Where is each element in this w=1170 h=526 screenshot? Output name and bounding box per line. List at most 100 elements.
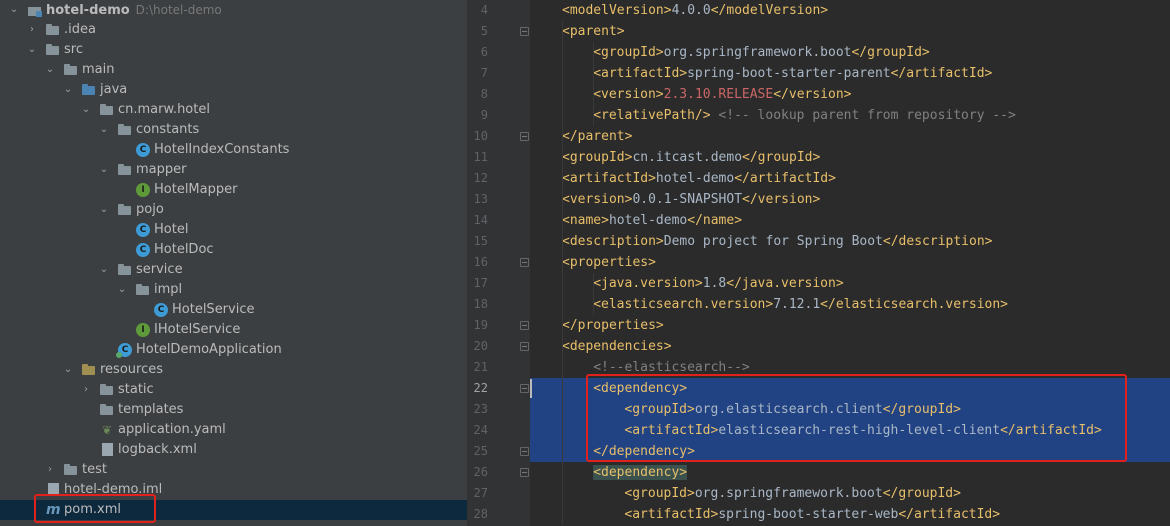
- code-line[interactable]: <properties>: [530, 252, 1170, 273]
- fold-toggle-icon[interactable]: [520, 384, 529, 393]
- line-number: 6: [480, 45, 488, 59]
- line-number: 7: [480, 66, 488, 80]
- indent-guide: [562, 21, 563, 525]
- tree-row-mapper[interactable]: ⌄ mapper: [0, 160, 467, 180]
- tree-row-java[interactable]: ⌄ java: [0, 80, 467, 100]
- code-token: <modelVersion>: [562, 3, 672, 18]
- code-line[interactable]: </properties>: [530, 315, 1170, 336]
- tree-row-idea[interactable]: › .idea: [0, 20, 467, 40]
- code-token: hotel-demo: [608, 213, 688, 228]
- tree-row-hotel[interactable]: C Hotel: [0, 220, 467, 240]
- tree-item-label: src: [64, 42, 83, 57]
- chevron-right-icon[interactable]: ›: [44, 460, 56, 480]
- tree-item-label: static: [118, 382, 154, 397]
- fold-toggle-icon[interactable]: [520, 132, 529, 141]
- code-line[interactable]: <dependency>: [530, 462, 1170, 483]
- code-line[interactable]: </parent>: [530, 126, 1170, 147]
- chevron-down-icon[interactable]: ⌄: [44, 60, 56, 80]
- tree-row-constants[interactable]: ⌄ constants: [0, 120, 467, 140]
- tree-row-logback-xml[interactable]: logback.xml: [0, 440, 467, 460]
- fold-toggle-icon[interactable]: [520, 342, 529, 351]
- code-token: <properties>: [562, 255, 656, 270]
- code-token: 0.0.1-SNAPSHOT: [632, 192, 743, 207]
- code-line[interactable]: <dependencies>: [530, 336, 1170, 357]
- fold-toggle-icon[interactable]: [520, 258, 529, 267]
- tree-row-src[interactable]: ⌄ src: [0, 40, 467, 60]
- chevron-down-icon[interactable]: ⌄: [98, 260, 110, 280]
- code-line[interactable]: <description>Demo project for Spring Boo…: [530, 231, 1170, 252]
- chevron-down-icon[interactable]: ⌄: [26, 40, 38, 60]
- code-line[interactable]: <artifactId>spring-boot-starter-web</art…: [530, 504, 1170, 525]
- tree-row-hotel-demo-application[interactable]: C HotelDemoApplication: [0, 340, 467, 360]
- tree-row-hotel-doc[interactable]: C HotelDoc: [0, 240, 467, 260]
- tree-row-test[interactable]: › test: [0, 460, 467, 480]
- code-token: cn.itcast.demo: [632, 150, 743, 165]
- code-token: <groupId>: [593, 45, 664, 60]
- tree-row-impl[interactable]: ⌄ impl: [0, 280, 467, 300]
- tree-row-ihotel-service[interactable]: I IHotelService: [0, 320, 467, 340]
- tree-row-hotel-service[interactable]: C HotelService: [0, 300, 467, 320]
- code-token: org.springframework.boot: [663, 45, 852, 60]
- tree-row-static[interactable]: › static: [0, 380, 467, 400]
- code-line[interactable]: <relativePath/> <!-- lookup parent from …: [530, 105, 1170, 126]
- line-number: 9: [480, 108, 488, 122]
- fold-toggle-icon[interactable]: [520, 468, 529, 477]
- chevron-down-icon[interactable]: ⌄: [80, 100, 92, 120]
- chevron-down-icon[interactable]: ⌄: [62, 80, 74, 100]
- tree-row-project-root[interactable]: ⌄ hotel-demo D:\hotel-demo: [0, 0, 467, 20]
- tree-row-main[interactable]: ⌄ main: [0, 60, 467, 80]
- tree-row-pojo[interactable]: ⌄ pojo: [0, 200, 467, 220]
- code-line[interactable]: <version>0.0.1-SNAPSHOT</version>: [530, 189, 1170, 210]
- project-tree-panel: ⌄ hotel-demo D:\hotel-demo › .idea ⌄ src …: [0, 0, 467, 526]
- line-number: 17: [473, 276, 488, 290]
- tree-item-label: cn.marw.hotel: [118, 102, 210, 117]
- chevron-down-icon[interactable]: ⌄: [98, 160, 110, 180]
- code-line[interactable]: <java.version>1.8</java.version>: [530, 273, 1170, 294]
- xml-file-icon: [102, 443, 113, 456]
- tree-row-hotel-mapper[interactable]: I HotelMapper: [0, 180, 467, 200]
- chevron-down-icon[interactable]: ⌄: [8, 0, 20, 20]
- tree-row-hotel-index-constants[interactable]: C HotelIndexConstants: [0, 140, 467, 160]
- tree-row-package[interactable]: ⌄ cn.marw.hotel: [0, 100, 467, 120]
- code-token: <!--elasticsearch-->: [593, 360, 750, 375]
- code-line[interactable]: <artifactId>spring-boot-starter-parent</…: [530, 63, 1170, 84]
- code-line[interactable]: <artifactId>hotel-demo</artifactId>: [530, 168, 1170, 189]
- interface-icon: I: [136, 183, 150, 197]
- code-line[interactable]: <groupId>org.springframework.boot</group…: [530, 42, 1170, 63]
- tree-row-application-yaml[interactable]: ❦ application.yaml: [0, 420, 467, 440]
- code-line[interactable]: <groupId>org.springframework.boot</group…: [530, 483, 1170, 504]
- code-line[interactable]: <groupId>cn.itcast.demo</groupId>: [530, 147, 1170, 168]
- chevron-down-icon[interactable]: ⌄: [116, 280, 128, 300]
- code-token: <version>: [593, 87, 664, 102]
- code-line[interactable]: <name>hotel-demo</name>: [530, 210, 1170, 231]
- code-token: </artifactId>: [890, 66, 993, 81]
- chevron-right-icon[interactable]: ›: [80, 380, 92, 400]
- line-number: 11: [473, 150, 488, 164]
- line-number: 20: [473, 339, 488, 353]
- chevron-down-icon[interactable]: ⌄: [62, 360, 74, 380]
- line-number: 4: [480, 3, 488, 17]
- line-number: 28: [473, 507, 488, 521]
- code-editor[interactable]: 4 5 6 7 8 9 10 11 12 13 14 15 16 17 18 19 20 21 22 23 24 25 26…: [468, 0, 1170, 526]
- chevron-right-icon[interactable]: ›: [26, 20, 38, 40]
- annotation-highlight-box: [34, 494, 156, 523]
- fold-toggle-icon[interactable]: [520, 27, 529, 36]
- tree-row-resources[interactable]: ⌄ resources: [0, 360, 467, 380]
- line-number: 24: [473, 423, 488, 437]
- code-token: </artifactId>: [734, 171, 836, 186]
- code-line[interactable]: <elasticsearch.version>7.12.1</elasticse…: [530, 294, 1170, 315]
- code-line[interactable]: <parent>: [530, 21, 1170, 42]
- spring-config-leaf-icon: ❦: [101, 423, 113, 437]
- project-folder-icon: [28, 3, 42, 17]
- fold-toggle-icon[interactable]: [520, 447, 529, 456]
- code-token: <relativePath/>: [593, 108, 711, 123]
- tree-row-service[interactable]: ⌄ service: [0, 260, 467, 280]
- tree-row-templates[interactable]: templates: [0, 400, 467, 420]
- code-line[interactable]: <modelVersion>4.0.0</modelVersion>: [530, 0, 1170, 21]
- line-number: 19: [473, 318, 488, 332]
- fold-toggle-icon[interactable]: [520, 321, 529, 330]
- chevron-down-icon[interactable]: ⌄: [98, 200, 110, 220]
- chevron-down-icon[interactable]: ⌄: [98, 120, 110, 140]
- class-icon: C: [154, 303, 168, 317]
- code-line[interactable]: <version>2.3.10.RELEASE</version>: [530, 84, 1170, 105]
